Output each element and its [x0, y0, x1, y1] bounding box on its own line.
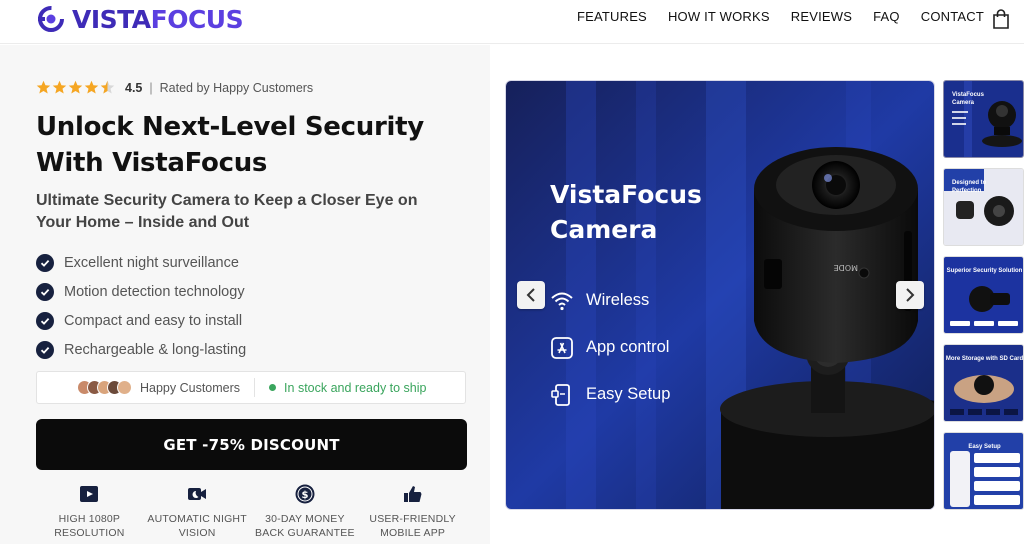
shopping-bag-icon[interactable]: [992, 9, 1010, 29]
moon-camera-icon: [188, 488, 207, 500]
camera-mode-label: MODE: [834, 263, 858, 272]
wifi-icon: [551, 292, 573, 310]
check-icon: [36, 311, 54, 330]
thumbnail-3[interactable]: Superior Security Solution: [943, 256, 1024, 334]
check-icon: [36, 253, 54, 272]
thumbnail-4[interactable]: More Storage with SD Card: [943, 344, 1024, 422]
chevron-left-icon: [526, 288, 535, 302]
svg-text:$: $: [301, 490, 308, 501]
hero-info-panel: 4.5 | Rated by Happy Customers Unlock Ne…: [0, 45, 490, 544]
thumbnail-caption: Superior Security Solution: [946, 268, 1023, 274]
brand-name: VISTAFOCUS: [72, 4, 244, 34]
list-item: Compact and easy to install: [36, 306, 246, 335]
thumbnail-caption: Easy Setup: [968, 444, 1001, 450]
feature-list: Excellent night surveillance Motion dete…: [36, 248, 246, 364]
perk-item: AUTOMATIC NIGHT VISION: [144, 483, 251, 540]
happy-customers-label: Happy Customers: [140, 380, 241, 395]
feature-label: Compact and easy to install: [64, 312, 243, 329]
gallery-prev-button[interactable]: [517, 281, 545, 309]
stock-status-bar: Happy Customers In stock and ready to sh…: [36, 371, 466, 404]
in-stock-dot-icon: [269, 384, 277, 391]
main-nav: FEATURES HOW IT WORKS REVIEWS FAQ CONTAC…: [556, 9, 984, 24]
thumbnail-1[interactable]: VistaFocus Camera: [943, 80, 1024, 158]
perk-item: HIGH 1080P RESOLUTION: [36, 483, 143, 540]
rating-stars: [36, 80, 115, 95]
dollar-coin-icon: $: [295, 484, 315, 504]
thumbnail-5[interactable]: Easy Setup: [943, 432, 1024, 510]
brand-logo[interactable]: VISTAFOCUS: [36, 3, 244, 35]
rating-value: 4.5: [125, 80, 143, 95]
perk-label: AUTOMATIC NIGHT VISION: [147, 513, 247, 539]
nav-item-contact[interactable]: CONTACT: [921, 9, 984, 24]
stock-status-text: In stock and ready to ship: [284, 380, 427, 395]
divider: [254, 378, 256, 397]
page-title: Unlock Next-Level Security With VistaFoc…: [36, 112, 424, 178]
thumbnail-2[interactable]: Designed to Perfection: [943, 168, 1024, 246]
thumbnail-caption: Designed to Perfection: [952, 180, 987, 194]
nav-item-faq[interactable]: FAQ: [873, 9, 900, 24]
feature-label: Excellent night surveillance: [64, 254, 239, 271]
feature-label: Rechargeable & long-lasting: [64, 341, 247, 358]
nav-item-how-it-works[interactable]: HOW IT WORKS: [668, 9, 770, 24]
list-item: Excellent night surveillance: [36, 248, 246, 277]
gallery-next-button[interactable]: [896, 281, 924, 309]
feature-label: Motion detection technology: [64, 283, 245, 300]
image-feature-app-control: App control: [550, 324, 670, 371]
perk-item: $ 30-DAY MONEY BACK GUARANTEE: [252, 483, 359, 540]
app-store-icon: [551, 336, 573, 359]
chevron-right-icon: [906, 288, 915, 302]
image-feature-easy-setup: Easy Setup: [550, 371, 670, 418]
get-discount-button[interactable]: GET -75% DISCOUNT: [36, 419, 467, 470]
star-icon: [52, 80, 67, 94]
list-item: Rechargeable & long-lasting: [36, 335, 246, 364]
product-image-title: VistaFocus Camera: [550, 180, 702, 244]
thumbnail-strip: VistaFocus Camera Designed to Perfection: [943, 80, 1024, 520]
product-gallery: MODE VistaFocus Camera Wireless App cont…: [490, 45, 1024, 544]
perk-item: USER-FRIENDLY MOBILE APP: [359, 483, 466, 540]
logo-eye-icon: [38, 6, 64, 32]
perk-label: USER-FRIENDLY MOBILE APP: [369, 513, 456, 539]
image-feature-wireless: Wireless: [550, 277, 670, 324]
check-icon: [36, 340, 54, 359]
video-play-icon: [80, 486, 99, 502]
perks-row: HIGH 1080P RESOLUTION AUTOMATIC NIGHT VI…: [36, 483, 467, 540]
thumbnail-caption: VistaFocus Camera: [952, 92, 984, 106]
check-icon: [36, 282, 54, 301]
perk-label: 30-DAY MONEY BACK GUARANTEE: [255, 513, 355, 539]
perk-label: HIGH 1080P RESOLUTION: [54, 513, 125, 539]
rating-text: Rated by Happy Customers: [159, 80, 314, 95]
main-product-image[interactable]: MODE VistaFocus Camera Wireless App cont…: [505, 80, 935, 510]
product-image-features: Wireless App control Easy Setup: [550, 277, 670, 418]
rating-separator: |: [149, 80, 153, 95]
nav-item-features[interactable]: FEATURES: [577, 9, 647, 24]
phone-setup-icon: [551, 383, 570, 406]
list-item: Motion detection technology: [36, 277, 246, 306]
star-icon: [36, 80, 51, 94]
nav-item-reviews[interactable]: REVIEWS: [791, 9, 852, 24]
half-star-icon: [100, 80, 115, 94]
rating-row: 4.5 | Rated by Happy Customers: [36, 80, 313, 95]
site-header: VISTAFOCUS FEATURES HOW IT WORKS REVIEWS…: [0, 0, 1024, 44]
star-icon: [84, 80, 99, 94]
avatar: [117, 380, 132, 395]
thumbnail-caption: More Storage with SD Card: [945, 356, 1024, 362]
thumbs-up-icon: [403, 486, 422, 502]
star-icon: [68, 80, 83, 94]
page-subtitle: Ultimate Security Camera to Keep a Close…: [36, 192, 418, 231]
customer-avatars: [77, 380, 132, 395]
